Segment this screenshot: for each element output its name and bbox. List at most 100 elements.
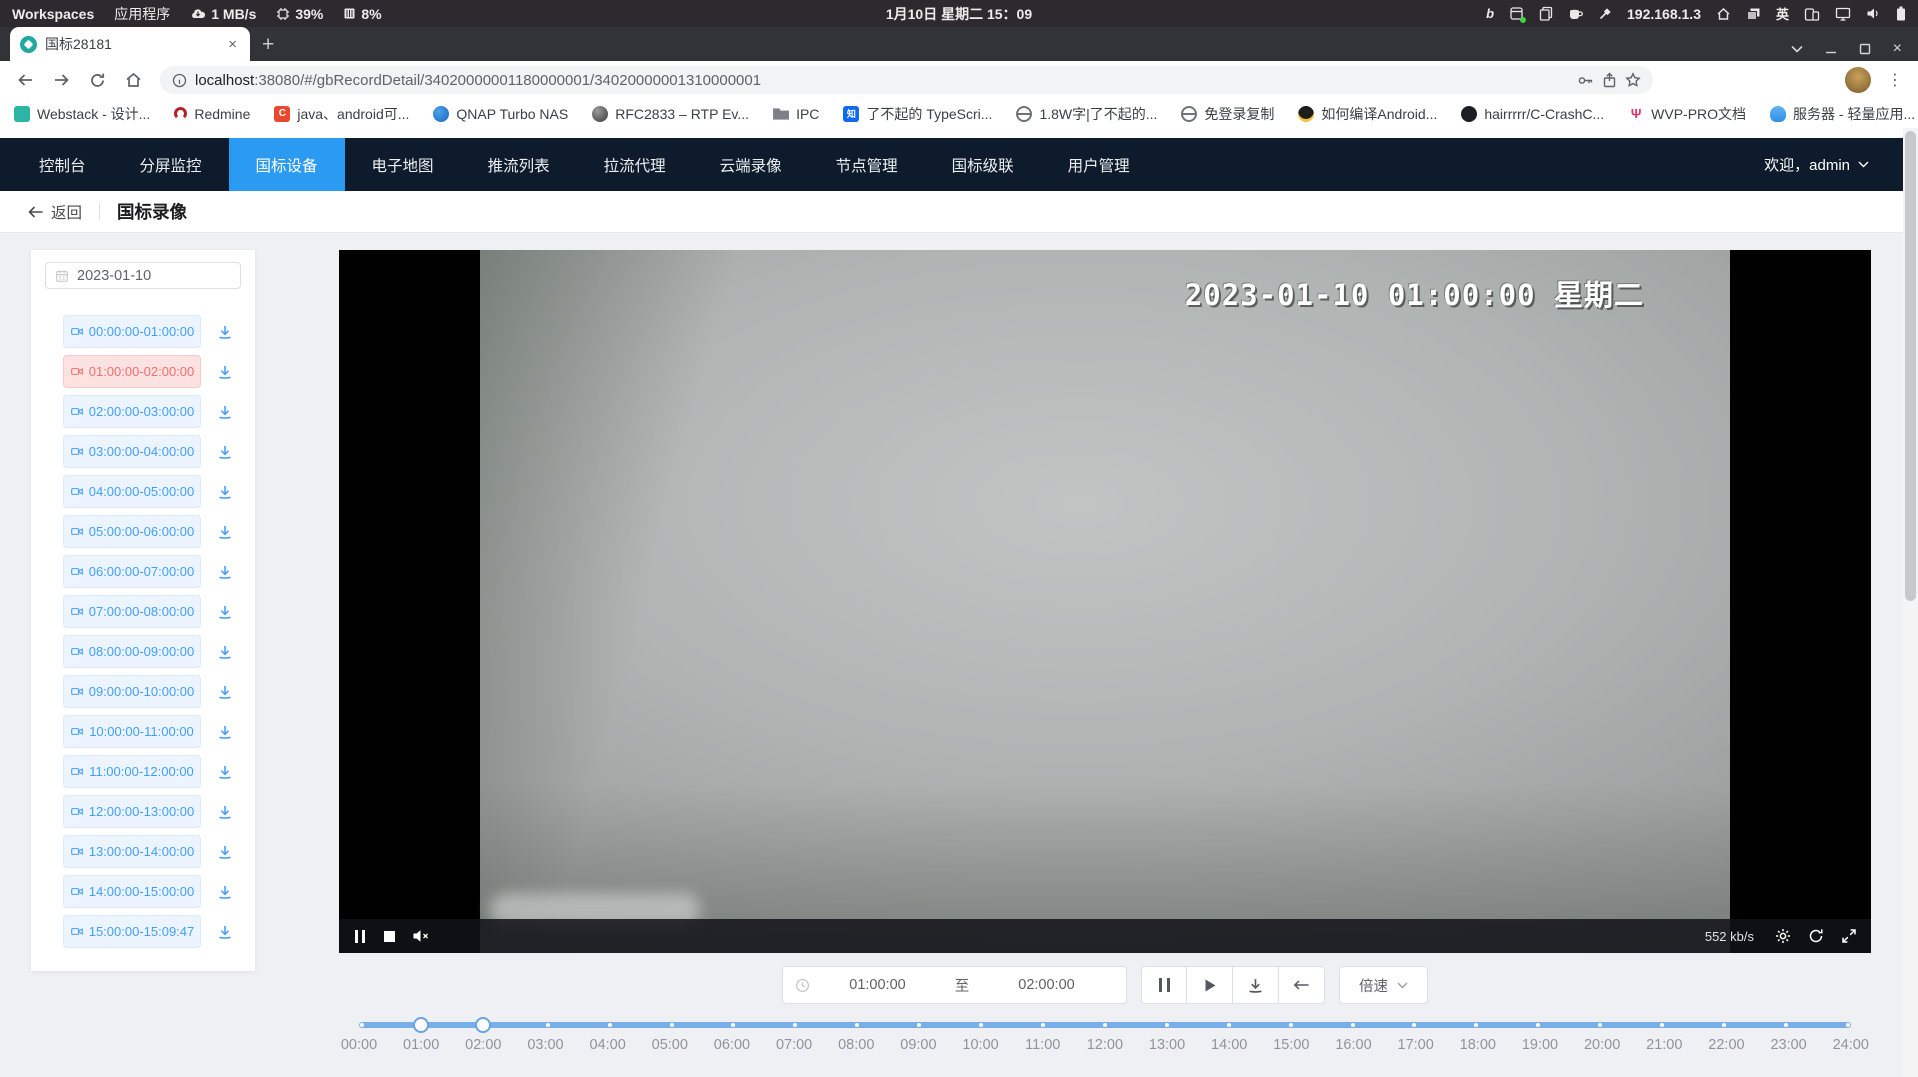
segment-chip[interactable]: 01:00:00-02:00:00 [63,355,201,388]
nav-tab[interactable]: 国标设备 [229,138,345,191]
segment-chip[interactable]: 04:00:00-05:00:00 [63,475,201,508]
segment-chip[interactable]: 11:00:00-12:00:00 [63,755,201,788]
extension-icon[interactable] [1753,70,1773,90]
date-picker[interactable]: 2023-01-10 [45,262,241,289]
color-picker-tray-icon[interactable] [1598,7,1612,21]
download-button[interactable] [1233,966,1279,1004]
nav-tab[interactable]: 拉流代理 [577,138,693,191]
extension-icon[interactable] [1781,70,1801,90]
time-range-input[interactable]: 01:00:00 至 02:00:00 [782,966,1127,1004]
bookmark-item[interactable]: RFC2833 – RTP Ev... [592,106,749,122]
playback-speed-button[interactable]: 倍速 [1339,966,1428,1004]
segment-download-button[interactable] [217,804,233,820]
segment-chip[interactable]: 14:00:00-15:00:00 [63,875,201,908]
window-close-button[interactable]: × [1893,43,1902,55]
workspaces-button[interactable]: Workspaces [12,6,94,22]
player-refresh-button[interactable] [1808,928,1824,944]
segment-chip[interactable]: 07:00:00-08:00:00 [63,595,201,628]
player-mute-button[interactable] [412,929,430,943]
player-stop-button[interactable] [384,931,395,942]
nav-tab[interactable]: 分屏监控 [113,138,229,191]
site-info-icon[interactable] [172,73,187,88]
pause-button[interactable] [1141,966,1187,1004]
extension-icon[interactable] [1697,70,1717,90]
segment-download-button[interactable] [217,764,233,780]
memory-indicator[interactable]: 8% [343,6,381,22]
bookmark-item[interactable]: Redmine [174,106,250,122]
cpu-indicator[interactable]: 39% [276,6,323,22]
extension-icon[interactable]: JS [1669,70,1689,90]
segment-chip[interactable]: 13:00:00-14:00:00 [63,835,201,868]
scrollbar-thumb[interactable] [1905,131,1916,601]
volume-tray-icon[interactable] [1866,7,1881,20]
segment-chip[interactable]: 15:00:00-15:09:47 [63,915,201,948]
nav-tab[interactable]: 电子地图 [345,138,461,191]
home-tray-icon[interactable] [1716,7,1731,21]
nav-tab[interactable]: 控制台 [12,138,113,191]
player-pause-button[interactable] [353,930,367,943]
video-player[interactable]: 2023-01-10 01:00:00 星期二 552 kb/s [339,250,1871,953]
address-bar[interactable]: localhost:38080/#/gbRecordDetail/3402000… [160,66,1653,94]
nav-tab[interactable]: 用户管理 [1041,138,1157,191]
nav-tab[interactable]: 推流列表 [461,138,577,191]
password-key-icon[interactable] [1577,73,1594,88]
share-icon[interactable] [1602,72,1617,88]
browser-forward-button[interactable] [46,65,76,95]
input-method-indicator[interactable]: 英 [1776,4,1789,23]
segment-download-button[interactable] [217,564,233,580]
segment-download-button[interactable] [217,684,233,700]
bookmark-item[interactable]: 服务器 - 轻量应用... [1770,104,1915,124]
timeline-slider[interactable]: 00:0001:0002:0003:0004:0005:0006:0007:00… [339,1022,1871,1053]
nav-tab[interactable]: 节点管理 [809,138,925,191]
bing-tray-icon[interactable]: b [1486,6,1494,21]
nav-tab[interactable]: 云端录像 [693,138,809,191]
app-indicator-icon[interactable] [1509,6,1524,21]
page-scrollbar[interactable] [1903,128,1918,1077]
segment-chip[interactable]: 06:00:00-07:00:00 [63,555,201,588]
segment-download-button[interactable] [217,484,233,500]
window-minimize-button[interactable] [1825,43,1837,55]
segment-download-button[interactable] [217,604,233,620]
bookmark-item[interactable]: C java、android可... [274,104,409,124]
segment-download-button[interactable] [217,644,233,660]
segment-download-button[interactable] [217,404,233,420]
profile-avatar[interactable] [1845,67,1871,93]
browser-home-button[interactable] [118,65,148,95]
window-maximize-button[interactable] [1859,43,1871,55]
player-settings-button[interactable] [1775,928,1791,944]
segment-chip[interactable]: 12:00:00-13:00:00 [63,795,201,828]
tab-close-button[interactable]: × [225,36,240,53]
new-tab-button[interactable]: + [262,33,274,57]
tab-search-chevron-icon[interactable] [1791,45,1803,53]
browser-menu-button[interactable]: ⋮ [1883,70,1908,90]
phone-link-tray-icon[interactable] [1804,7,1820,21]
back-button[interactable]: 返回 [28,201,82,223]
segment-download-button[interactable] [217,364,233,380]
bookmark-item[interactable]: Webstack - 设计... [14,104,150,124]
segment-chip[interactable]: 00:00:00-01:00:00 [63,315,201,348]
segment-chip[interactable]: 08:00:00-09:00:00 [63,635,201,668]
segment-chip[interactable]: 02:00:00-03:00:00 [63,395,201,428]
segment-download-button[interactable] [217,724,233,740]
bookmark-item[interactable]: Ψ WVP-PRO文档 [1628,104,1746,124]
timeline-handle-start[interactable] [413,1017,429,1033]
browser-back-button[interactable] [10,65,40,95]
extension-icon[interactable] [1809,70,1829,90]
ip-address[interactable]: 192.168.1.3 [1627,6,1701,22]
display-tray-icon[interactable] [1835,7,1851,21]
bookmark-item[interactable]: 1.8W字|了不起的... [1016,104,1157,124]
nav-tab[interactable]: 国标级联 [925,138,1041,191]
player-fullscreen-button[interactable] [1841,928,1857,944]
segment-download-button[interactable] [217,444,233,460]
user-menu[interactable]: 欢迎，admin [1764,138,1903,191]
bookmark-star-icon[interactable] [1625,72,1641,88]
play-button[interactable] [1187,966,1233,1004]
extension-icon[interactable] [1725,70,1745,90]
segment-download-button[interactable] [217,884,233,900]
browser-tab[interactable]: 国标28181 × [10,27,250,61]
network-indicator[interactable]: 1 MB/s [190,6,256,22]
timeline-handle-end[interactable] [475,1017,491,1033]
bookmark-item[interactable]: 免登录复制 [1181,104,1274,124]
segment-download-button[interactable] [217,324,233,340]
windows-tray-icon[interactable] [1746,7,1761,21]
